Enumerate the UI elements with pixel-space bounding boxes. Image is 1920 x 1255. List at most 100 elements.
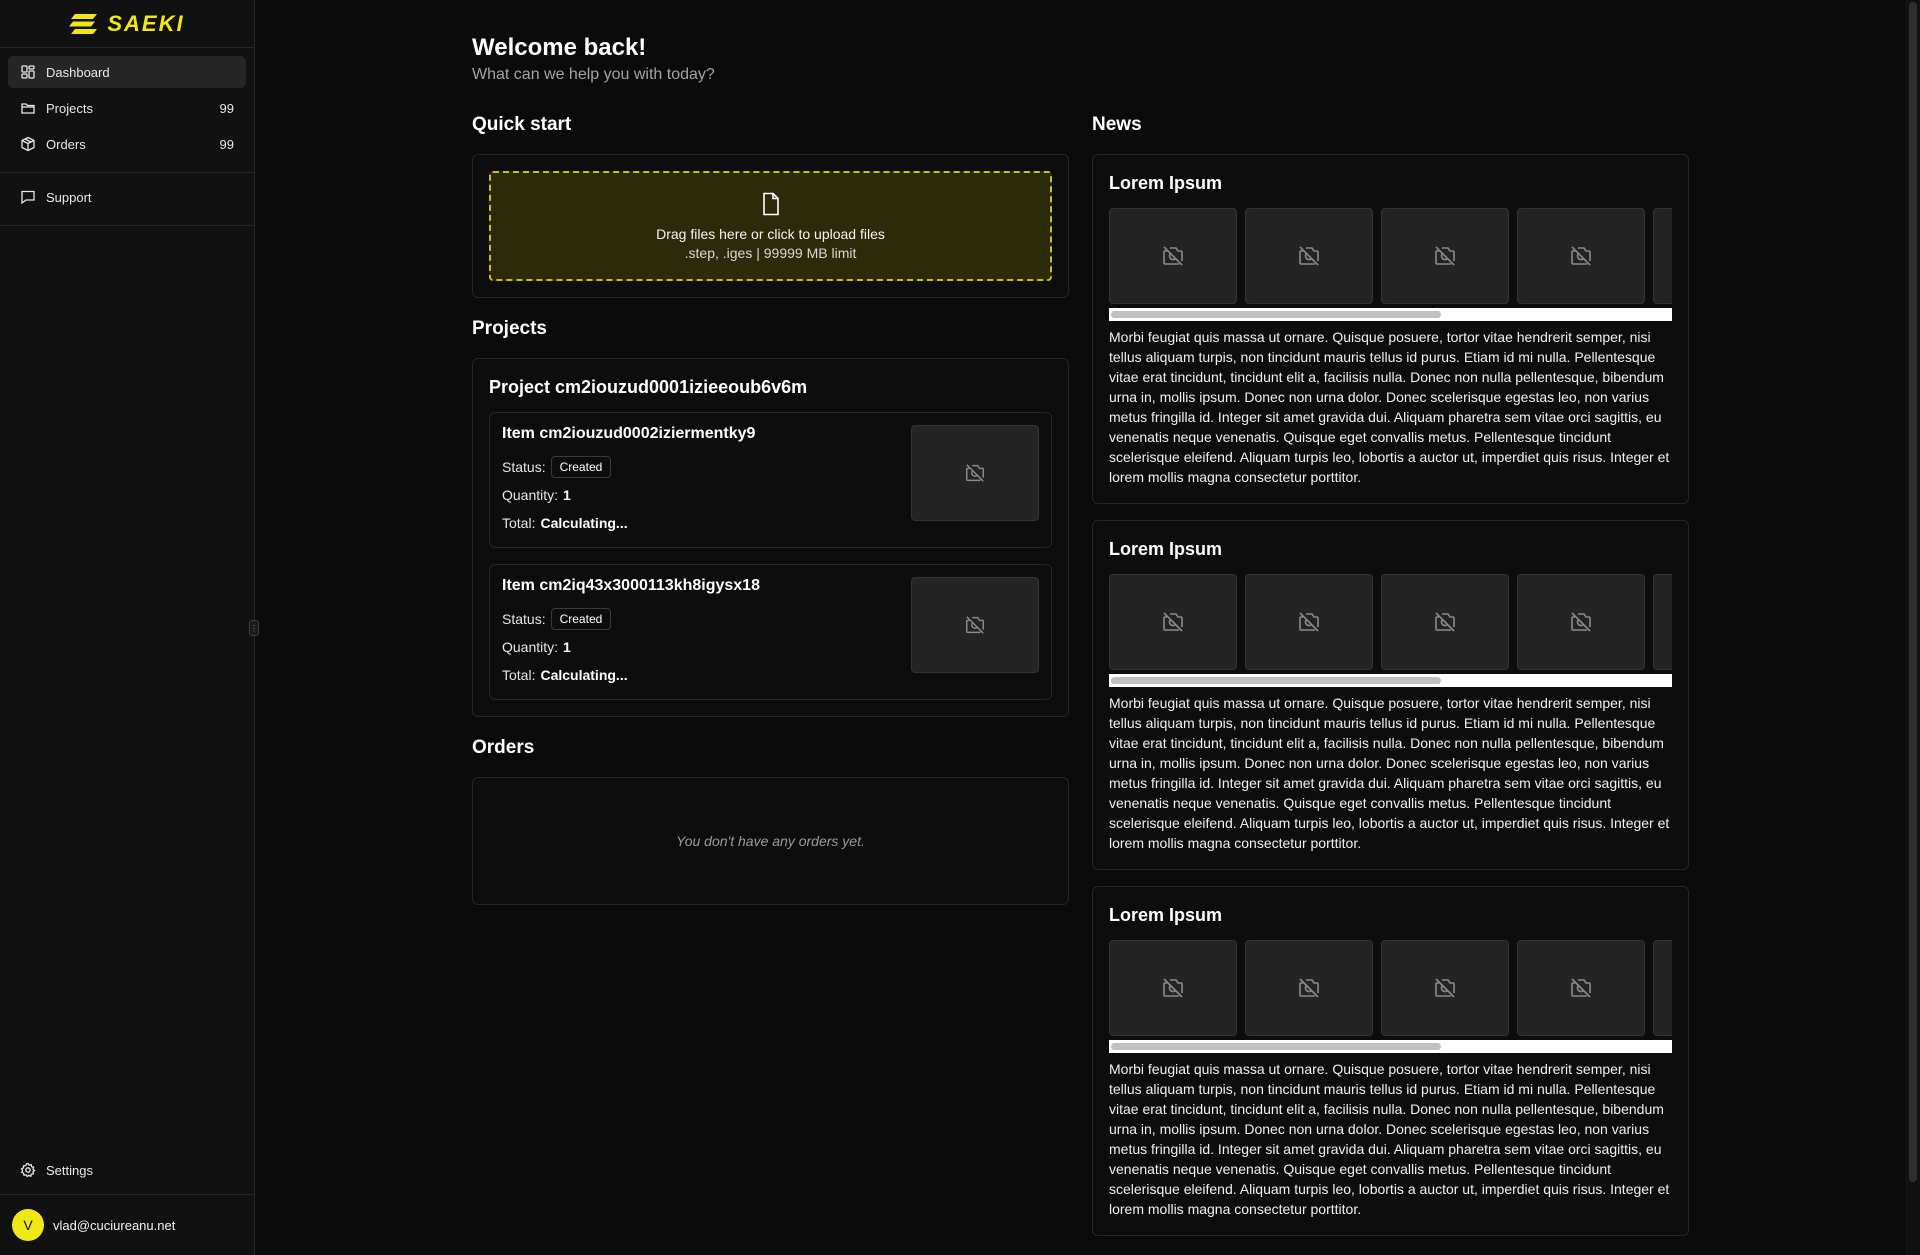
gallery-image[interactable] bbox=[1381, 574, 1509, 670]
left-column: Quick start Drag files here or click to … bbox=[472, 114, 1069, 905]
total-value: Calculating... bbox=[540, 667, 628, 683]
projects-title: Projects bbox=[472, 318, 547, 339]
gallery-scrollbar[interactable] bbox=[1109, 308, 1672, 321]
gallery-image[interactable] bbox=[1517, 208, 1645, 304]
right-column: News Lorem Ipsum Morbi feugiat quis mass… bbox=[1092, 114, 1689, 1252]
project-item[interactable]: Item cm2iq43x3000113kh8igysx18 Status: C… bbox=[489, 564, 1052, 700]
projects-count: 99 bbox=[219, 100, 234, 116]
camera-off-icon bbox=[1571, 978, 1591, 998]
gallery-image[interactable] bbox=[1653, 574, 1672, 670]
status-badge: Created bbox=[550, 456, 612, 478]
project-item[interactable]: Item cm2iouzud0002iziermentky9 Status: C… bbox=[489, 412, 1052, 548]
message-square-icon bbox=[20, 189, 36, 205]
scrollbar-thumb[interactable] bbox=[1111, 311, 1441, 318]
sidebar-item-label: Orders bbox=[46, 136, 86, 152]
camera-off-icon bbox=[1435, 978, 1455, 998]
sidebar: SAEKI Dashboard Projects 99 Orders 99 Su… bbox=[0, 0, 255, 1255]
orders-empty-state: You don't have any orders yet. bbox=[472, 777, 1069, 905]
project-name[interactable]: Project cm2iouzud0001izieeoub6v6m bbox=[489, 377, 1052, 398]
news-item-body: Morbi feugiat quis massa ut ornare. Quis… bbox=[1109, 1061, 1670, 1217]
brand-name: SAEKI bbox=[107, 10, 185, 36]
quantity-value: 1 bbox=[563, 639, 571, 655]
orders-title: Orders bbox=[472, 737, 535, 758]
project-card: Project cm2iouzud0001izieeoub6v6m Item c… bbox=[472, 358, 1069, 717]
total-label: Total: bbox=[502, 667, 536, 683]
gallery-image[interactable] bbox=[1381, 940, 1509, 1036]
camera-off-icon bbox=[1163, 978, 1183, 998]
brand-logo[interactable]: SAEKI bbox=[0, 0, 254, 48]
gallery-image[interactable] bbox=[1109, 208, 1237, 304]
page-title: Welcome back! bbox=[472, 34, 647, 61]
page-scrollbar-thumb[interactable] bbox=[1909, 2, 1917, 1182]
status-badge: Created bbox=[550, 608, 612, 630]
main-nav: Dashboard Projects 99 Orders 99 bbox=[0, 48, 254, 173]
dashboard-icon bbox=[20, 64, 36, 80]
gallery-scrollbar[interactable] bbox=[1109, 674, 1672, 687]
user-email: vlad@cuciureanu.net bbox=[53, 1217, 176, 1233]
gallery-image[interactable] bbox=[1517, 940, 1645, 1036]
news-gallery[interactable] bbox=[1109, 940, 1672, 1036]
user-account[interactable]: V vlad@cuciureanu.net bbox=[0, 1195, 254, 1255]
scrollbar-thumb[interactable] bbox=[1111, 1043, 1441, 1050]
item-thumbnail bbox=[911, 577, 1039, 673]
sidebar-resize-handle[interactable]: ⋮ bbox=[249, 620, 259, 636]
camera-off-icon bbox=[1299, 246, 1319, 266]
status-label: Status: bbox=[502, 459, 546, 475]
upload-label: Drag files here or click to upload files bbox=[656, 225, 885, 242]
scrollbar-thumb[interactable] bbox=[1111, 677, 1441, 684]
gallery-image[interactable] bbox=[1109, 940, 1237, 1036]
news-card: Lorem Ipsum Morbi feugiat quis massa ut … bbox=[1092, 520, 1689, 870]
orders-count: 99 bbox=[219, 136, 234, 152]
camera-off-icon bbox=[1571, 612, 1591, 632]
quick-start-card: Drag files here or click to upload files… bbox=[472, 154, 1069, 298]
news-gallery[interactable] bbox=[1109, 208, 1672, 304]
sidebar-item-label: Support bbox=[46, 189, 92, 205]
item-thumbnail bbox=[911, 425, 1039, 521]
camera-off-icon bbox=[1435, 246, 1455, 266]
sidebar-item-dashboard[interactable]: Dashboard bbox=[8, 56, 246, 88]
camera-off-icon bbox=[1299, 978, 1319, 998]
sidebar-item-settings[interactable]: Settings bbox=[8, 1154, 246, 1186]
gallery-image[interactable] bbox=[1653, 940, 1672, 1036]
sidebar-item-support[interactable]: Support bbox=[8, 181, 246, 213]
sidebar-item-label: Settings bbox=[46, 1162, 93, 1178]
camera-off-icon bbox=[1571, 246, 1591, 266]
camera-off-icon bbox=[1163, 246, 1183, 266]
total-label: Total: bbox=[502, 515, 536, 531]
camera-off-icon bbox=[966, 464, 984, 482]
news-item-title: Lorem Ipsum bbox=[1109, 173, 1223, 193]
camera-off-icon bbox=[1435, 612, 1455, 632]
sidebar-item-label: Projects bbox=[46, 100, 93, 116]
camera-off-icon bbox=[1163, 612, 1183, 632]
news-item-title: Lorem Ipsum bbox=[1109, 539, 1223, 559]
news-item-body: Morbi feugiat quis massa ut ornare. Quis… bbox=[1109, 695, 1670, 851]
gear-icon bbox=[20, 1162, 36, 1178]
gallery-scrollbar[interactable] bbox=[1109, 1040, 1672, 1053]
orders-empty-text: You don't have any orders yet. bbox=[676, 833, 865, 849]
quantity-label: Quantity: bbox=[502, 639, 559, 655]
gallery-image[interactable] bbox=[1517, 574, 1645, 670]
quick-start-title: Quick start bbox=[472, 114, 572, 135]
camera-off-icon bbox=[1299, 612, 1319, 632]
news-card: Lorem Ipsum Morbi feugiat quis massa ut … bbox=[1092, 886, 1689, 1236]
main-content: Welcome back! What can we help you with … bbox=[472, 34, 1692, 1236]
news-gallery[interactable] bbox=[1109, 574, 1672, 670]
gallery-image[interactable] bbox=[1245, 208, 1373, 304]
file-dropzone[interactable]: Drag files here or click to upload files… bbox=[489, 171, 1052, 281]
gallery-image[interactable] bbox=[1245, 574, 1373, 670]
sidebar-footer: Settings V vlad@cuciureanu.net bbox=[0, 1146, 254, 1255]
file-icon bbox=[762, 192, 779, 215]
folder-icon bbox=[20, 100, 36, 116]
gallery-image[interactable] bbox=[1381, 208, 1509, 304]
gallery-image[interactable] bbox=[1245, 940, 1373, 1036]
news-item-body: Morbi feugiat quis massa ut ornare. Quis… bbox=[1109, 329, 1670, 485]
gallery-image[interactable] bbox=[1653, 208, 1672, 304]
sidebar-item-orders[interactable]: Orders 99 bbox=[8, 128, 246, 160]
package-icon bbox=[20, 136, 36, 152]
camera-off-icon bbox=[966, 616, 984, 634]
sidebar-item-projects[interactable]: Projects 99 bbox=[8, 92, 246, 124]
news-item-title: Lorem Ipsum bbox=[1109, 905, 1223, 925]
page-scrollbar[interactable] bbox=[1905, 0, 1920, 1255]
gallery-image[interactable] bbox=[1109, 574, 1237, 670]
sidebar-item-label: Dashboard bbox=[46, 64, 110, 80]
